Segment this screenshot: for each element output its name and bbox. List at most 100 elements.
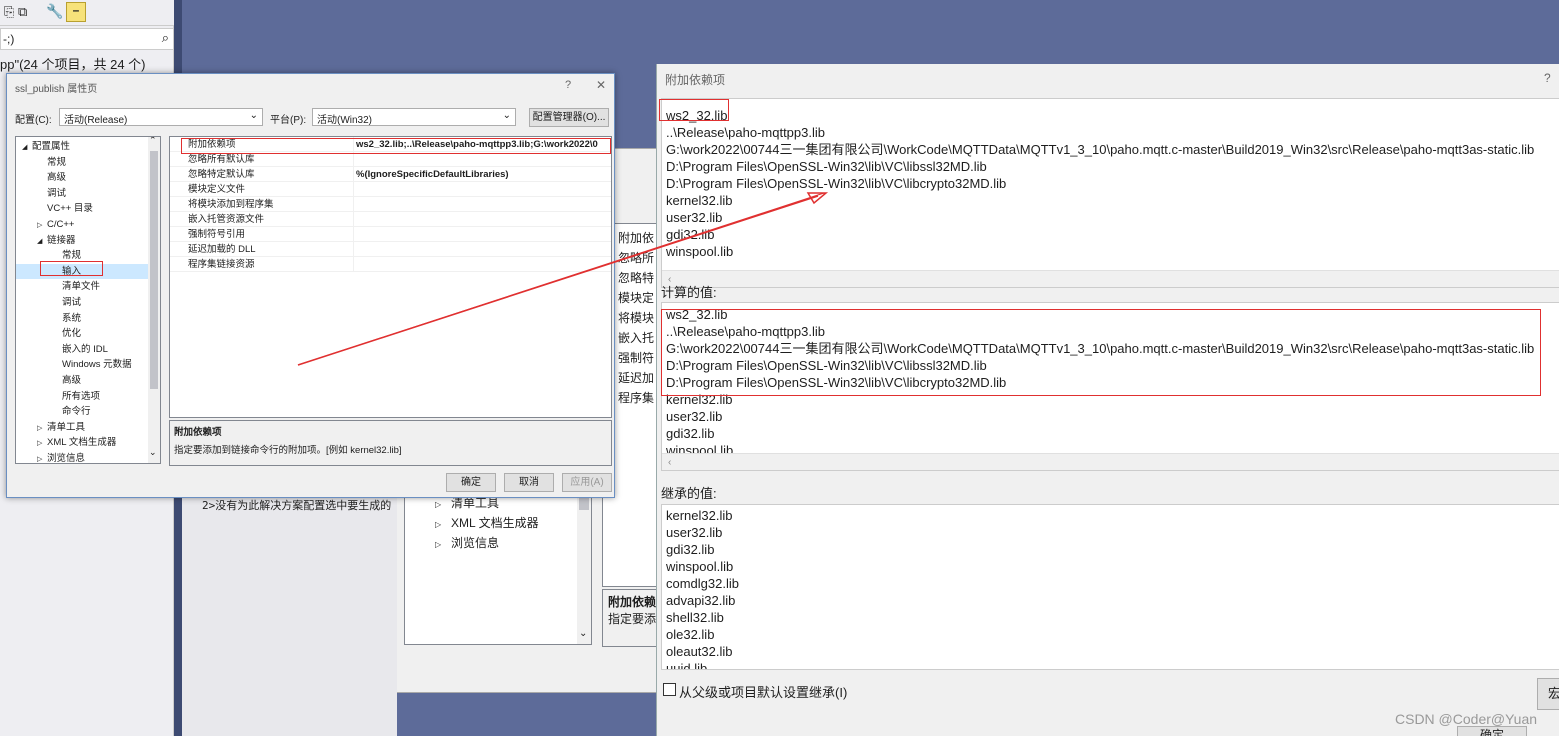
background-tree-item: ▷ XML 文档生成器 [405,513,591,533]
tree-item[interactable]: VC++ 目录 [16,201,160,217]
highlight-box [40,261,103,276]
tree-item[interactable]: 常规 [16,155,160,171]
output-line: 2>没有为此解决方案配置选中要生成的 [202,499,392,512]
description-title: 附加依赖项 [174,427,222,438]
tree-item-label: 调试 [62,296,82,308]
tree-item[interactable]: ▷ C/C++ [16,217,160,233]
tree-item-label: XML 文档生成器 [47,437,117,449]
tree-item[interactable]: 清单文件 [16,279,160,295]
horizontal-scrollbar[interactable]: ‹ [662,453,1559,470]
property-row[interactable]: 嵌入托管资源文件 [170,212,611,227]
tree-item-label: 系统 [62,312,82,324]
pages-icon[interactable]: ⧉ [18,4,27,20]
inherited-item: kernel32.lib [666,508,733,523]
tree-item[interactable]: 优化 [16,326,160,342]
chevron-down-icon[interactable]: ⌄ [149,447,157,458]
collapsed-icon[interactable]: ▷ [37,436,47,452]
tree-item[interactable]: 调试 [16,186,160,202]
chevron-up-icon[interactable]: ⌃ [149,137,157,146]
tree-item[interactable]: 命令行 [16,404,160,420]
inherit-checkbox-label[interactable]: 从父级或项目默认设置继承(I) [679,682,847,701]
inherit-checkbox[interactable] [663,683,676,696]
config-manager-button[interactable]: 配置管理器(O)... [529,108,609,127]
tree-item-label: 清单文件 [62,281,101,293]
tree-item[interactable]: 高级 [16,373,160,389]
config-select[interactable]: 活动(Release) ⌄ [59,108,263,126]
close-icon[interactable]: ✕ [596,78,606,92]
inherited-item: advapi32.lib [666,593,736,608]
platform-value: 活动(Win32) [317,115,373,126]
property-row[interactable]: 将模块添加到程序集 [170,197,611,212]
background-tree-label: XML 文档生成器 [451,516,539,530]
collapsed-icon[interactable]: ▷ [37,218,47,234]
wrench-icon[interactable]: 🔧 [46,3,63,20]
apply-button[interactable]: 应用(A) [562,473,612,492]
watermark: CSDN @Coder@Yuan [1395,711,1538,727]
tree-item[interactable]: ◢ 链接器 [16,233,160,249]
background-tree-label: 浏览信息 [451,536,500,550]
help-button[interactable]: ? [565,79,571,91]
property-value[interactable]: %(IgnoreSpecificDefaultLibraries) [356,167,509,182]
property-tree: ◢ 配置属性 常规 高级 调试 VC++ 目录 ▷ C/C++ ◢ 链接器 常规 输入 清单文件 调试 系统… [15,136,161,464]
tree-item[interactable]: ◢ 配置属性 [16,139,160,155]
chevron-down-icon[interactable]: ⌄ [579,628,587,639]
property-row[interactable]: 强制符号引用 [170,227,611,242]
search-icon[interactable]: ⌕ [162,30,169,46]
property-name: 忽略所有默认库 [188,152,354,167]
deps-ok-button[interactable]: 确定 [1457,726,1527,736]
platform-select[interactable]: 活动(Win32) ⌄ [312,108,516,126]
tree-item-label: 嵌入的 IDL [62,343,108,355]
scroll-thumb[interactable] [150,151,158,389]
tree-item[interactable]: Windows 元数据 [16,357,160,373]
tree-item[interactable]: 系统 [16,311,160,327]
collapsed-icon[interactable]: ▷ [37,421,47,437]
inherited-item: comdlg32.lib [666,576,739,591]
collapsed-icon[interactable]: ▷ [37,452,47,463]
dependency-item: ws2_32.lib [666,108,728,123]
tree-item[interactable]: 嵌入的 IDL [16,342,160,358]
solution-search-box[interactable]: -;) ⌕ [0,28,174,50]
tree-scrollbar[interactable]: ⌃ ⌄ [148,137,160,463]
property-row[interactable]: 忽略特定默认库 %(IgnoreSpecificDefaultLibraries) [170,167,611,182]
macro-button[interactable]: 宏 [1537,678,1559,710]
cancel-button[interactable]: 取消 [504,473,554,492]
tree-item[interactable]: 所有选项 [16,389,160,405]
help-button[interactable]: ? [1544,71,1551,85]
property-name: 将模块添加到程序集 [188,197,354,212]
property-row[interactable]: 模块定义文件 [170,182,611,197]
chevron-left-icon[interactable]: ‹ [668,457,671,468]
dependency-item: gdi32.lib [666,227,715,242]
tree-item[interactable]: 调试 [16,295,160,311]
expanded-icon[interactable]: ◢ [37,234,47,250]
property-pages-dialog: ssl_publish 属性页 ? ✕ 配置(C): 活动(Release) ⌄ … [6,73,615,498]
property-row[interactable]: 延迟加载的 DLL [170,242,611,257]
inherited-item: uuid.lib [666,661,708,670]
expanded-icon[interactable]: ◢ [22,140,32,156]
tree-item[interactable]: 高级 [16,170,160,186]
ok-button[interactable]: 确定 [446,473,496,492]
chevron-down-icon: ⌄ [249,110,258,121]
background-desc-title: 附加依赖 [608,595,657,609]
tree-item[interactable]: ▷ 浏览信息 [16,451,160,463]
computed-label: 计算的值: [661,285,717,300]
horizontal-scrollbar[interactable]: ‹ [662,270,1559,287]
computed-item: gdi32.lib [666,426,715,441]
tree-item-label: 优化 [62,328,82,340]
tree-item-label: 所有选项 [62,390,101,402]
dependencies-editor[interactable]: ws2_32.lib ..\Release\paho-mqttpp3.lib G:\… [661,98,1559,288]
computed-item: user32.lib [666,409,723,424]
description-text: 指定要添加到链接命令行的附加项。[例如 kernel32.lib] [174,445,402,456]
tree-item[interactable]: ▷ XML 文档生成器 [16,435,160,451]
collapse-icon[interactable]: – [66,2,86,22]
property-row[interactable]: 程序集链接资源 [170,257,611,272]
dependency-item: D:\Program Files\OpenSSL-Win32\lib\VC\li… [666,159,987,174]
property-row[interactable]: 忽略所有默认库 [170,152,611,167]
tree-item[interactable]: ▷ 清单工具 [16,420,160,436]
background-tree-item: ▷ 浏览信息 [405,533,591,553]
config-value: 活动(Release) [64,115,128,126]
highlight-box [181,138,611,154]
copy-icon[interactable]: ⎘ [4,4,14,20]
tree-item-label: Windows 元数据 [62,359,132,371]
highlight-box [659,99,729,121]
chevron-down-icon: ⌄ [502,110,511,121]
